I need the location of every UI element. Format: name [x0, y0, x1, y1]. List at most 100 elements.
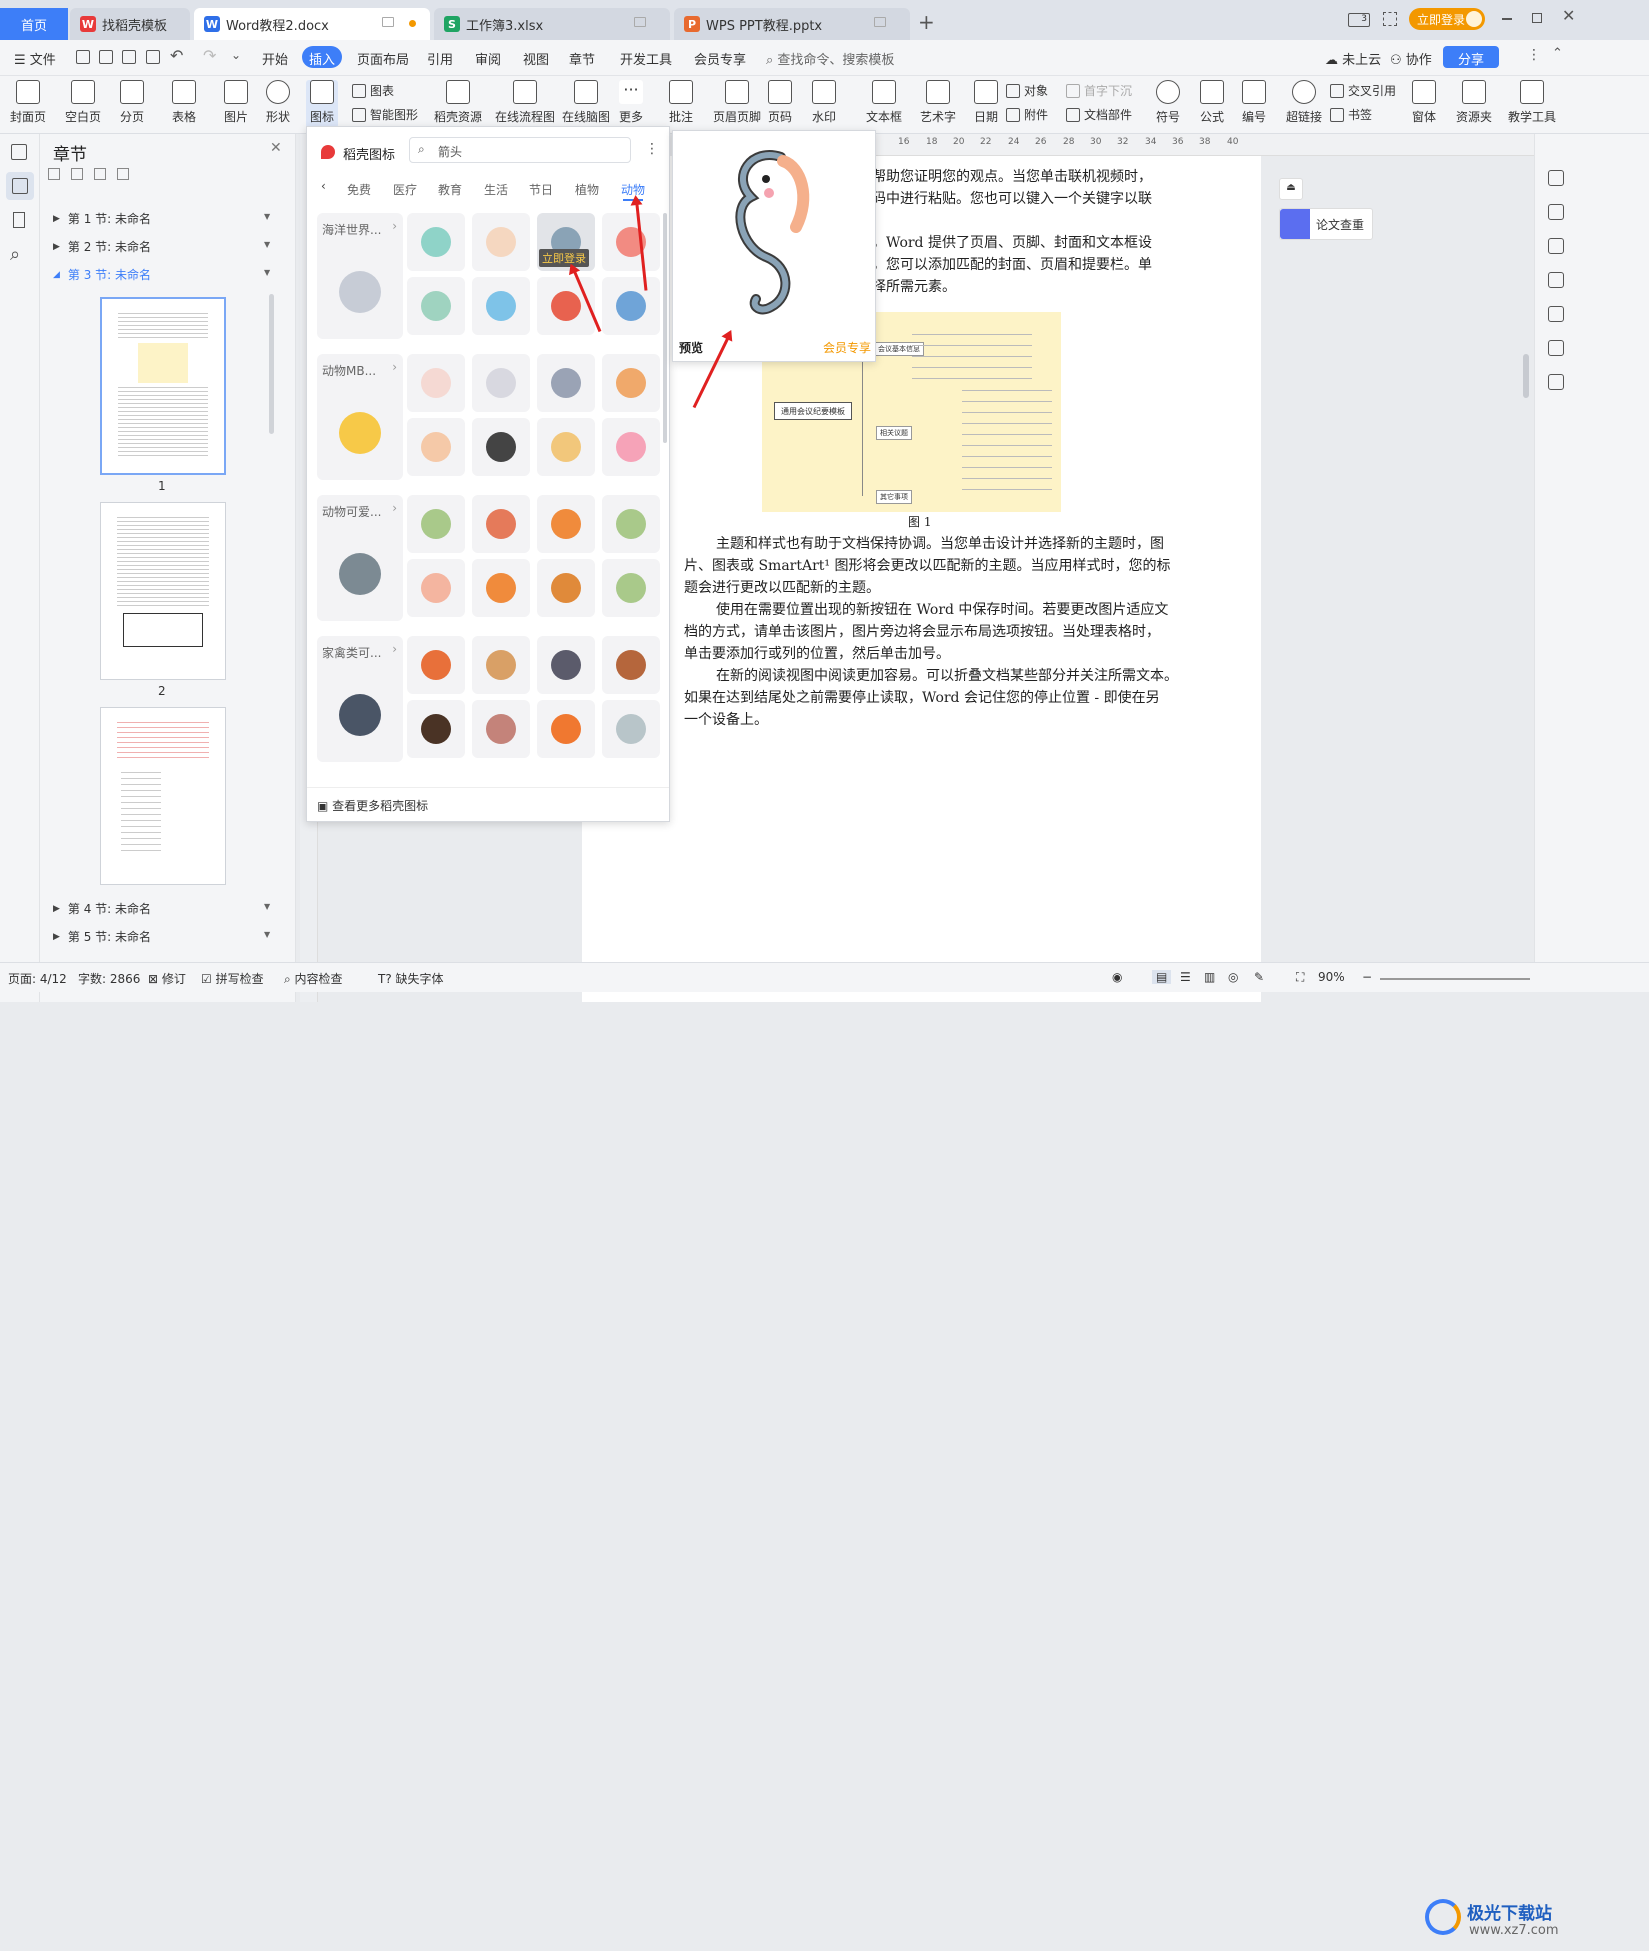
shark-icon[interactable]: [602, 277, 660, 335]
apps-grid-icon[interactable]: [1383, 12, 1397, 26]
menu-view[interactable]: 视图: [523, 49, 549, 68]
menu-vip[interactable]: 会员专享: [694, 49, 746, 68]
icon-group-cute-animals[interactable]: 动物可爱... ›: [317, 495, 403, 621]
page-thumbnail-1[interactable]: [100, 297, 226, 475]
page-indicator[interactable]: 页面: 4/12: [8, 970, 67, 987]
sidebar-collapse-icon[interactable]: ⏏: [1279, 178, 1303, 200]
menu-page-layout[interactable]: 页面布局: [357, 49, 409, 68]
export-pdf-icon[interactable]: [99, 50, 113, 64]
attachment-button[interactable]: 附件: [1006, 106, 1048, 123]
doc-scrollbar[interactable]: [1523, 354, 1529, 398]
chapter-scrollbar[interactable]: [269, 294, 274, 434]
zoom-out-button[interactable]: −: [1362, 970, 1372, 984]
chapter-item-3[interactable]: ◢ 第 3 节: 未命名: [53, 266, 151, 283]
category-festival[interactable]: 节日: [529, 181, 553, 198]
panel-more-icon[interactable]: ⋮: [645, 141, 659, 157]
share-button[interactable]: 分享: [1443, 46, 1499, 68]
category-free[interactable]: 免费: [347, 181, 371, 198]
command-search[interactable]: ⌕ 查找命令、搜索模板: [766, 49, 894, 68]
chapter-item-5[interactable]: ▶ 第 5 节: 未命名: [53, 928, 151, 945]
icon-group-poultry[interactable]: 家禽类可... ›: [317, 636, 403, 762]
location-icon[interactable]: [1548, 340, 1564, 356]
tab-word-doc[interactable]: W Word教程2.docx: [194, 8, 430, 40]
form-button[interactable]: 窗体: [1412, 80, 1436, 125]
plugin-icon[interactable]: [1548, 170, 1564, 186]
pig-circle-icon[interactable]: [407, 559, 465, 617]
chapter-item-2[interactable]: ▶ 第 2 节: 未命名: [53, 238, 151, 255]
whale-icon[interactable]: [472, 277, 530, 335]
symbol-button[interactable]: 符号: [1156, 80, 1180, 125]
pig-face-icon[interactable]: [602, 418, 660, 476]
save-icon[interactable]: [76, 50, 90, 64]
menu-insert[interactable]: 插入: [302, 46, 342, 68]
chapter-dropdown-icon[interactable]: ▼: [264, 268, 270, 277]
outline-icon[interactable]: [11, 144, 27, 160]
chapter-dropdown-icon[interactable]: ▼: [264, 930, 270, 939]
content-check-button[interactable]: ⌕ 内容检查: [284, 970, 343, 987]
picture-button[interactable]: 图片: [224, 80, 248, 125]
rabbit-face-icon[interactable]: [407, 354, 465, 412]
tab-home[interactable]: 首页: [0, 8, 68, 40]
pen-mode-icon[interactable]: ✎: [1254, 970, 1264, 984]
category-prev-icon[interactable]: ‹: [321, 179, 326, 193]
elephant-face-icon[interactable]: [537, 354, 595, 412]
close-panel-icon[interactable]: ✕: [270, 140, 282, 156]
page-thumbnail-3[interactable]: [100, 707, 226, 885]
select-cursor-icon[interactable]: [1548, 238, 1564, 254]
bookmark-button[interactable]: 书签: [1330, 106, 1372, 123]
menu-developer[interactable]: 开发工具: [620, 49, 672, 68]
icon-button[interactable]: 图标: [306, 80, 339, 128]
category-medical[interactable]: 医疗: [393, 181, 417, 198]
pen-icon[interactable]: [1548, 204, 1564, 220]
category-life[interactable]: 生活: [484, 181, 508, 198]
textbox-button[interactable]: 文本框: [866, 80, 902, 125]
mindmap-button[interactable]: 在线脑图: [562, 80, 610, 125]
numbering-button[interactable]: 编号: [1242, 80, 1266, 125]
tab-docer-templates[interactable]: W 找稻壳模板: [70, 8, 190, 40]
tab-ppt-doc[interactable]: P WPS PPT教程.pptx: [674, 8, 910, 40]
vip-label[interactable]: 会员专享: [823, 339, 871, 356]
login-button[interactable]: 立即登录: [1409, 8, 1485, 30]
wordart-button[interactable]: 艺术字: [920, 80, 956, 125]
fit-page-icon[interactable]: ⛶: [1296, 970, 1304, 985]
docer-resources-button[interactable]: 稻壳资源: [434, 80, 482, 125]
zoom-slider[interactable]: [1380, 978, 1530, 980]
panel-scrollbar[interactable]: [663, 213, 667, 443]
cow-icon[interactable]: [602, 636, 660, 694]
page-break-button[interactable]: 分页: [120, 80, 144, 125]
add-section-icon[interactable]: [94, 168, 106, 180]
collapse-up-icon[interactable]: [71, 168, 83, 180]
monkey-circle-icon[interactable]: [537, 559, 595, 617]
web-view-icon[interactable]: ◎: [1228, 970, 1238, 984]
chapter-item-4[interactable]: ▶ 第 4 节: 未命名: [53, 900, 151, 917]
remove-section-icon[interactable]: [117, 168, 129, 180]
revise-toggle[interactable]: ⊠ 修订: [148, 970, 186, 987]
category-plant[interactable]: 植物: [575, 181, 599, 198]
flowchart-button[interactable]: 在线流程图: [495, 80, 555, 125]
maximize-button[interactable]: [1532, 13, 1542, 23]
blank-page-button[interactable]: 空白页: [65, 80, 101, 125]
conch-icon[interactable]: [472, 213, 530, 271]
chapter-dropdown-icon[interactable]: ▼: [264, 240, 270, 249]
chicks-icon[interactable]: [472, 636, 530, 694]
undo-icon[interactable]: ↶: [170, 46, 183, 65]
formula-button[interactable]: 公式: [1200, 80, 1224, 125]
cow-face-icon[interactable]: [472, 354, 530, 412]
outline-view-icon[interactable]: ☰: [1180, 970, 1191, 984]
sheep-icon[interactable]: [537, 700, 595, 758]
chapter-nav-icon[interactable]: [6, 172, 34, 200]
drop-cap-button[interactable]: 首字下沉: [1066, 82, 1132, 99]
more-options-icon[interactable]: ⋮: [1527, 47, 1541, 63]
cow-circle-icon[interactable]: [472, 495, 530, 553]
chapter-dropdown-icon[interactable]: ▼: [264, 212, 270, 221]
goat-icon[interactable]: [602, 700, 660, 758]
close-button[interactable]: ✕: [1562, 6, 1575, 25]
menu-chapter[interactable]: 章节: [569, 49, 595, 68]
pufferfish-icon[interactable]: [407, 277, 465, 335]
paper-check-button[interactable]: 论文查重: [1279, 208, 1373, 240]
chart-button[interactable]: 图表: [352, 82, 394, 99]
shape-button[interactable]: 形状: [266, 80, 290, 125]
reader-icon[interactable]: [1548, 374, 1564, 390]
page-number-button[interactable]: 页码: [768, 80, 792, 125]
comment-button[interactable]: 批注: [669, 80, 693, 125]
